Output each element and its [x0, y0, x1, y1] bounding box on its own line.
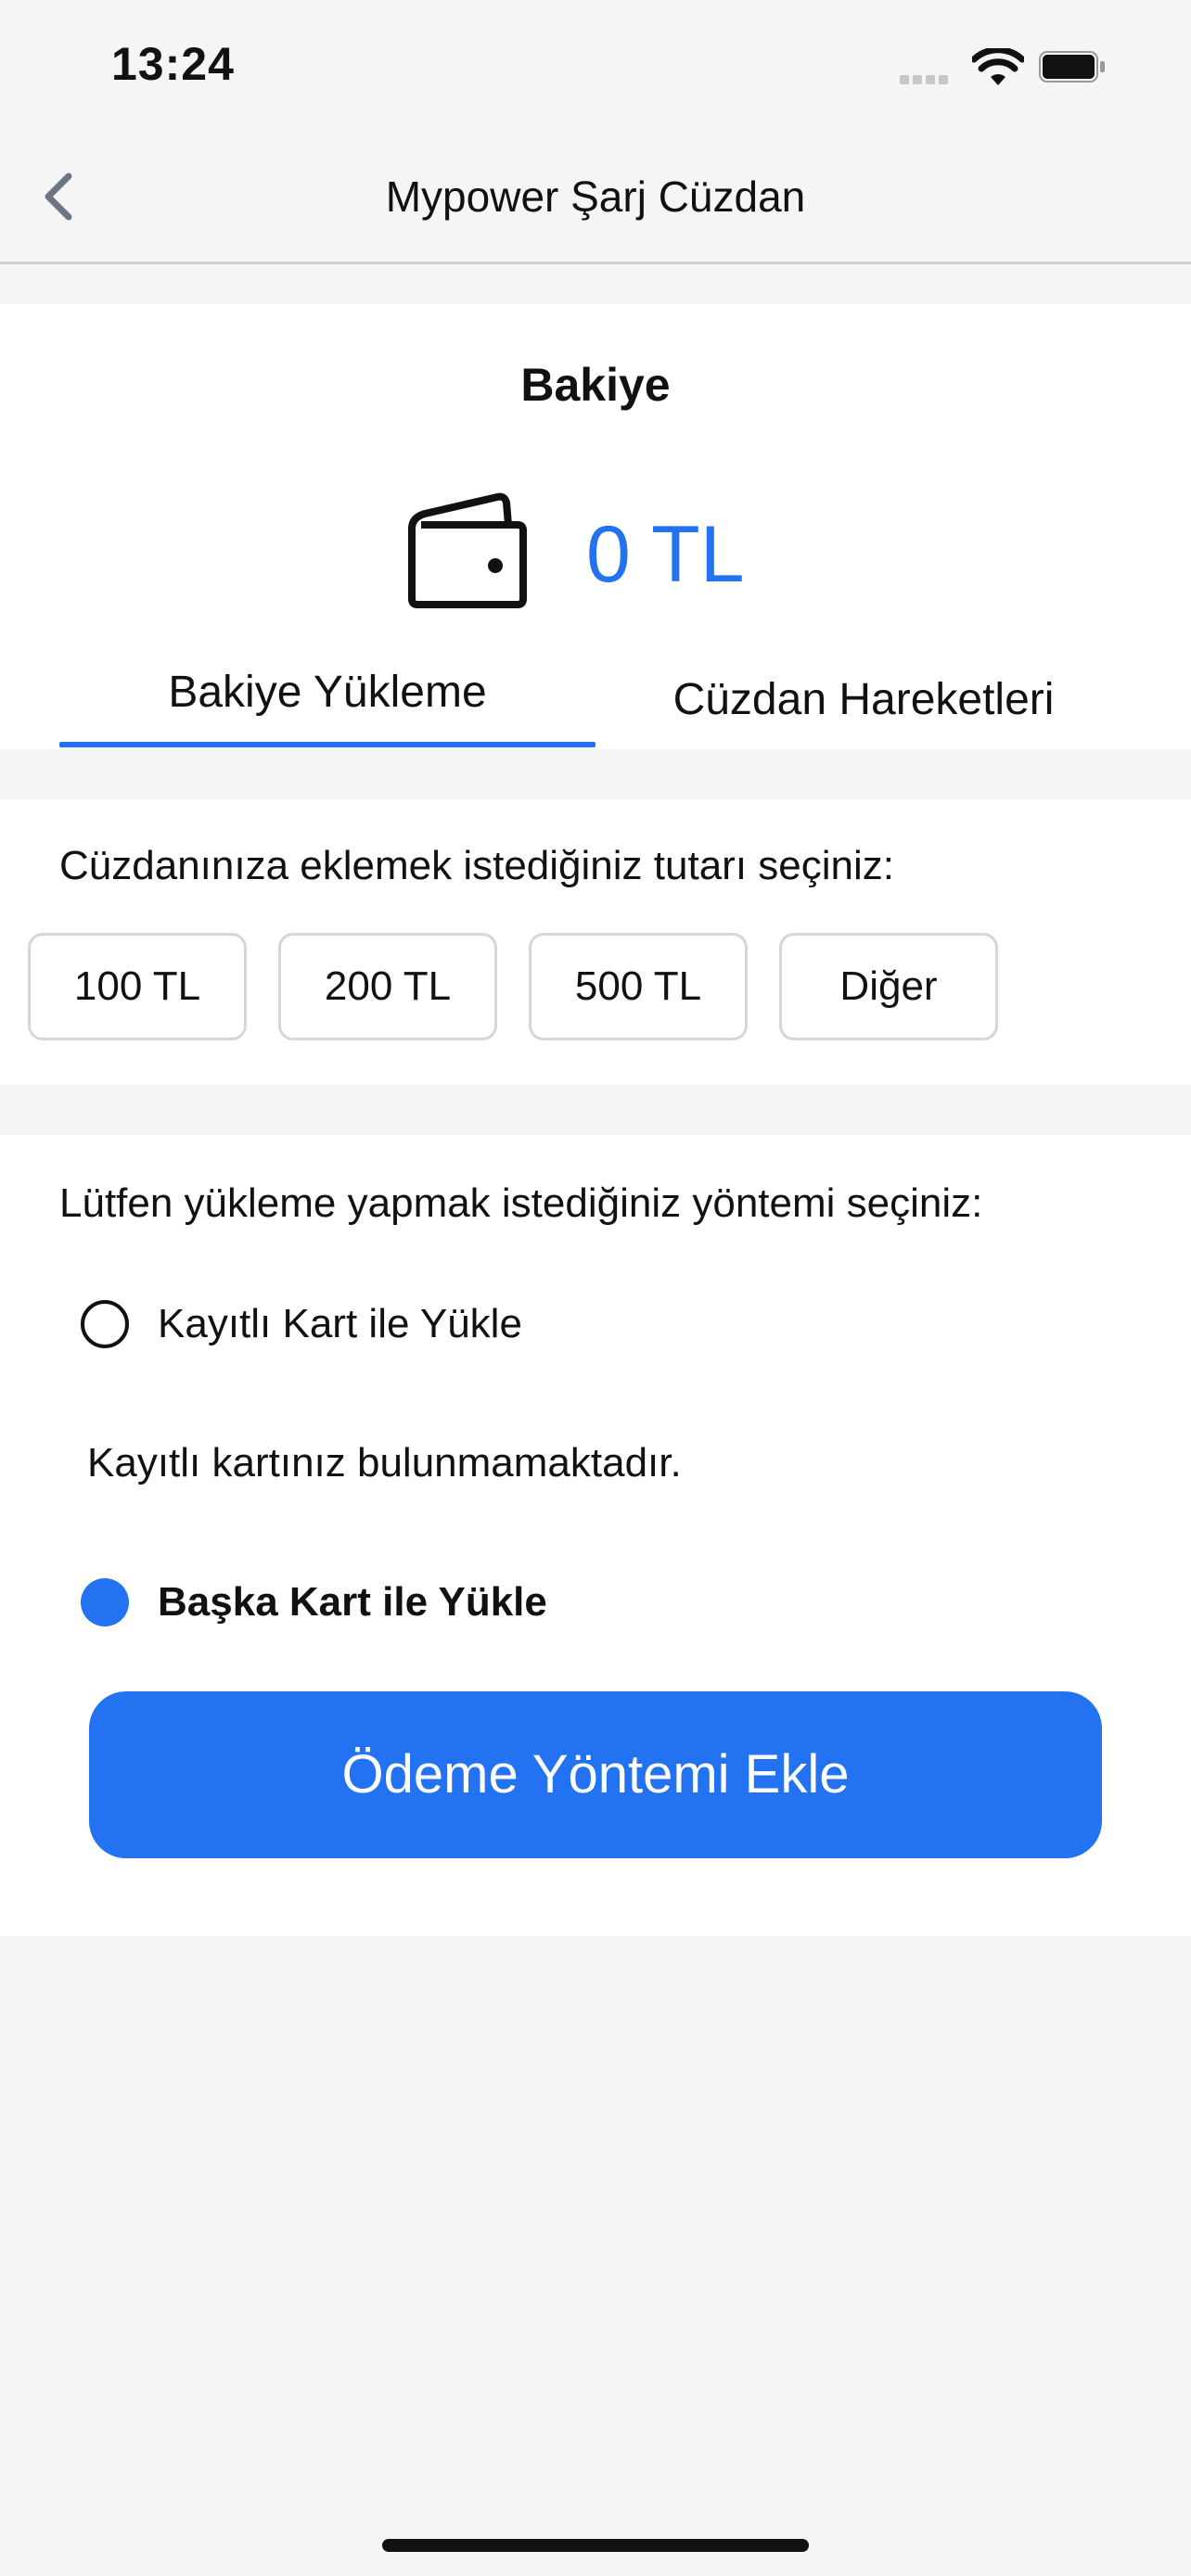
amount-option-500[interactable]: 500 TL — [529, 933, 748, 1040]
saved-card-radio[interactable] — [81, 1300, 129, 1348]
amount-option-100[interactable]: 100 TL — [28, 933, 247, 1040]
no-saved-card-message: Kayıtlı kartınız bulunmamaktadır. — [87, 1440, 682, 1486]
battery-icon — [1039, 51, 1105, 83]
saved-card-label[interactable]: Kayıtlı Kart ile Yükle — [158, 1296, 522, 1352]
wallet-icon — [408, 492, 527, 608]
other-card-radio[interactable] — [81, 1578, 129, 1626]
balance-title: Bakiye — [520, 359, 671, 411]
wifi-icon — [972, 48, 1024, 85]
status-time: 13:24 — [111, 38, 235, 90]
method-prompt: Lütfen yükleme yapmak istediğiniz yöntem… — [59, 1180, 983, 1226]
add-payment-method-button[interactable]: Ödeme Yöntemi Ekle — [89, 1691, 1102, 1858]
amount-option-200[interactable]: 200 TL — [278, 933, 497, 1040]
other-card-label[interactable]: Başka Kart ile Yükle — [158, 1575, 547, 1630]
cellular-signal-icon — [900, 72, 959, 84]
nav-divider — [0, 261, 1191, 264]
amount-option-other[interactable]: Diğer — [779, 933, 998, 1040]
balance-amount: 0 TL — [586, 510, 745, 599]
tab-wallet-history[interactable]: Cüzdan Hareketleri — [596, 662, 1132, 746]
active-tab-indicator — [59, 742, 596, 747]
tab-balance-load[interactable]: Bakiye Yükleme — [59, 655, 596, 738]
amount-prompt: Cüzdanınıza eklemek istediğiniz tutarı s… — [59, 843, 894, 888]
page-title: Mypower Şarj Cüzdan — [385, 172, 806, 221]
home-indicator — [382, 2539, 809, 2552]
